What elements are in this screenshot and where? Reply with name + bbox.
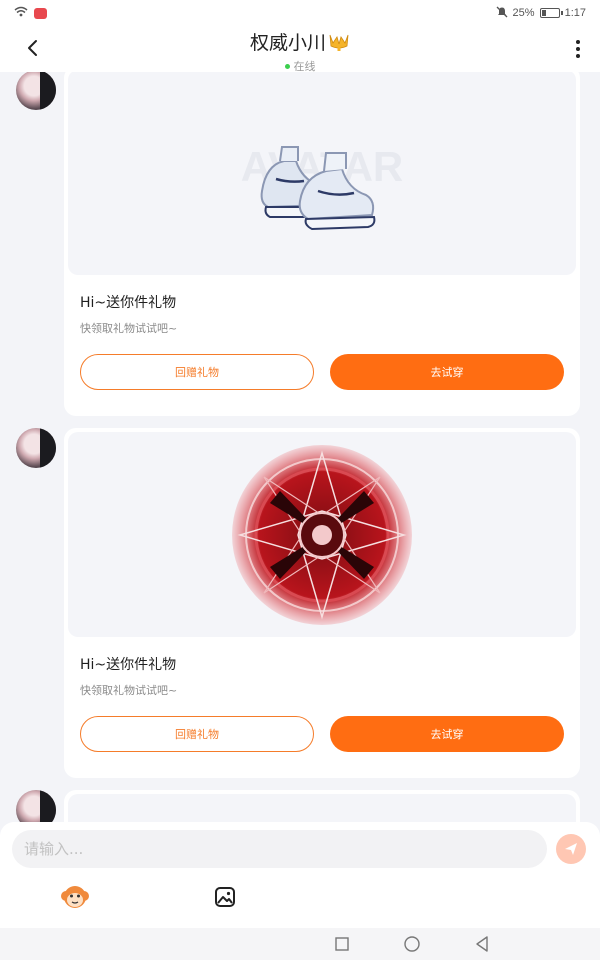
avatar-sticker-button[interactable] [60, 882, 90, 912]
status-bar: 25% 1:17 [0, 0, 600, 26]
gift-preview[interactable]: AVATAR [68, 72, 576, 275]
wifi-icon [14, 6, 28, 20]
system-nav-bar [0, 928, 600, 960]
avatar[interactable] [16, 790, 56, 822]
home-button[interactable] [403, 936, 421, 952]
gift-card [64, 790, 580, 822]
gift-message-title: Hi~送你件礼物 [80, 295, 177, 311]
chat-title-block: 权威小川 在线 [0, 28, 600, 74]
more-vertical-icon [576, 40, 580, 44]
square-icon [335, 937, 349, 951]
return-gift-button[interactable]: 回赠礼物 [80, 716, 314, 752]
image-icon [215, 887, 235, 907]
try-on-button[interactable]: 去试穿 [330, 354, 564, 390]
trident-crown-icon [328, 32, 350, 57]
gift-message-desc: 快领取礼物试试吧~ [80, 322, 178, 335]
system-back-button[interactable] [473, 936, 491, 952]
gift-card: AVATAR Hi~送你件礼物 快领取礼物试试吧~ 回赠礼物 去试穿 [64, 72, 580, 416]
circle-icon [404, 936, 420, 952]
avatar[interactable] [16, 428, 56, 468]
battery-icon [539, 8, 563, 18]
triangle-back-icon [476, 936, 488, 952]
recents-button[interactable] [333, 936, 351, 952]
chat-messages[interactable]: AVATAR Hi~送你件礼物 快领取礼物试试吧~ 回赠礼物 去试穿 Hi~送你… [0, 72, 600, 822]
chat-title: 权威小川 [249, 32, 326, 54]
app-notification-icon [34, 7, 47, 19]
send-button[interactable] [556, 834, 586, 864]
online-dot-icon [284, 63, 290, 69]
gift-preview[interactable] [68, 432, 576, 637]
more-options-button[interactable] [570, 38, 586, 60]
red-magic-circle-icon [232, 444, 412, 625]
gift-message-desc: 快领取礼物试试吧~ [80, 684, 178, 697]
monkey-face-icon [61, 886, 89, 908]
avatar[interactable] [16, 72, 56, 110]
message-input[interactable] [12, 830, 547, 868]
send-icon [565, 843, 577, 855]
clock: 1:17 [564, 7, 586, 19]
image-picker-button[interactable] [210, 882, 240, 912]
gift-message-title: Hi~送你件礼物 [80, 657, 177, 673]
try-on-button[interactable]: 去试穿 [330, 716, 564, 752]
gift-card: Hi~送你件礼物 快领取礼物试试吧~ 回赠礼物 去试穿 [64, 428, 580, 778]
chat-header: 权威小川 在线 [0, 26, 600, 74]
gift-preview[interactable] [68, 794, 576, 822]
message-composer [0, 822, 600, 928]
mute-bell-icon [496, 6, 508, 21]
return-gift-button[interactable]: 回赠礼物 [80, 354, 314, 390]
sneakers-icon: AVATAR [241, 143, 403, 230]
battery-percent: 25% [512, 7, 535, 19]
